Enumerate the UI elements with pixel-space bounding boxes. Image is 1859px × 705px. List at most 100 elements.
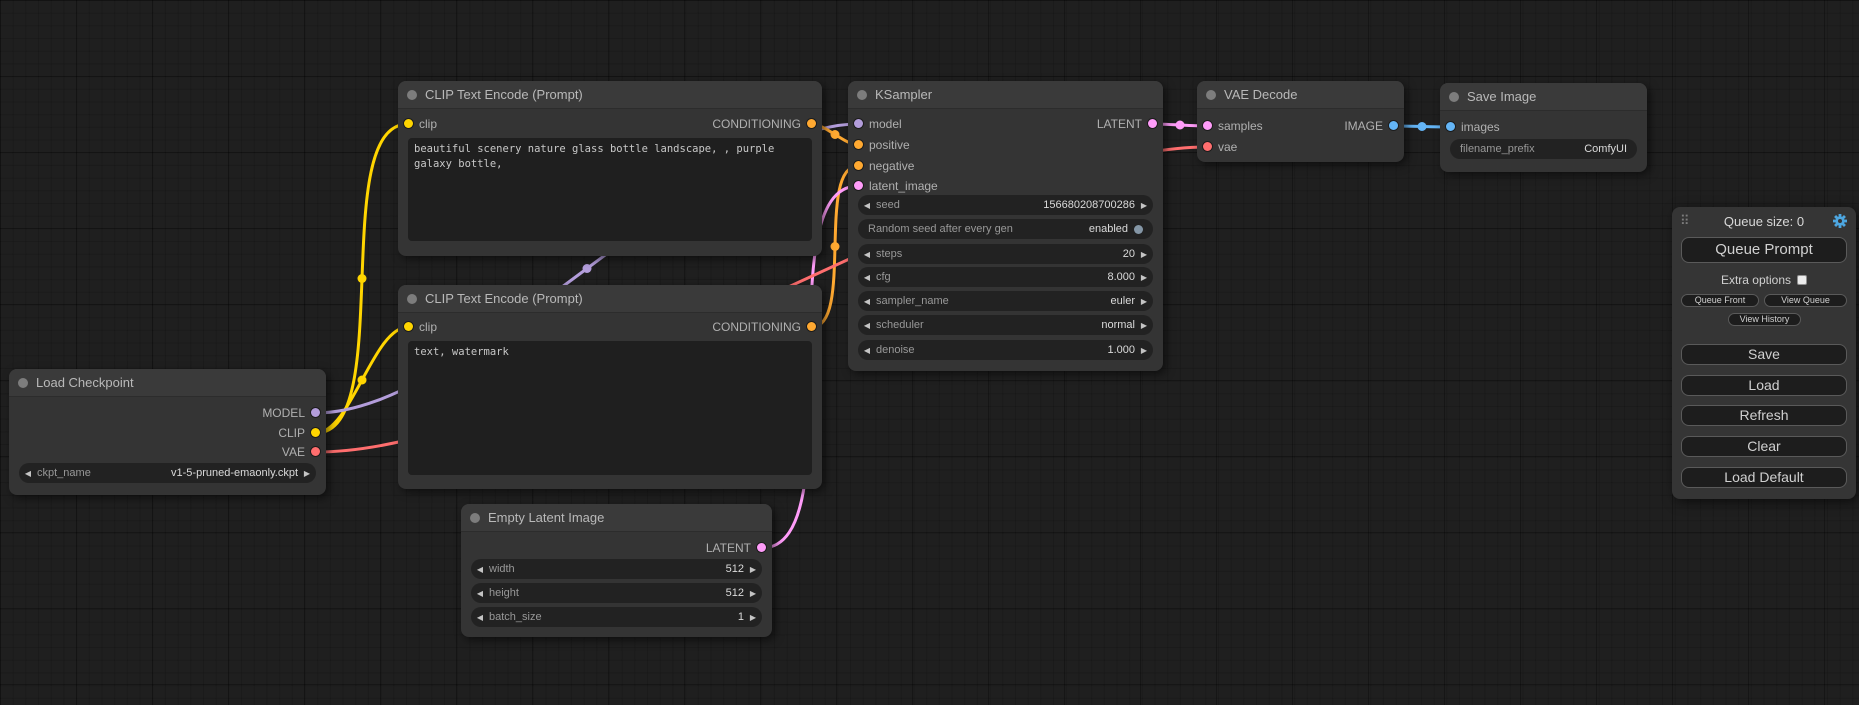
view-queue-button[interactable]: View Queue (1764, 294, 1847, 307)
prompt-text-input[interactable]: text, watermark (408, 341, 812, 475)
increment-arrow-icon[interactable]: ▶ (1135, 346, 1153, 355)
latent-output-slot[interactable] (1148, 119, 1157, 128)
decrement-arrow-icon[interactable]: ◀ (858, 201, 876, 210)
wire-midpoint-dot (1176, 121, 1185, 130)
decrement-arrow-icon[interactable]: ◀ (858, 297, 876, 306)
widget-height[interactable]: ◀ height 512 ▶ (471, 583, 762, 603)
widget-steps[interactable]: ◀ steps 20 ▶ (858, 244, 1153, 264)
widget-scheduler[interactable]: ◀ scheduler normal ▶ (858, 315, 1153, 335)
images-input-slot[interactable] (1446, 122, 1455, 131)
queue-front-button[interactable]: Queue Front (1681, 294, 1759, 307)
widget-label: filename_prefix (1460, 143, 1535, 155)
model-input-slot[interactable] (854, 119, 863, 128)
increment-arrow-icon[interactable]: ▶ (1135, 321, 1153, 330)
node-title: KSampler (875, 87, 932, 102)
node-title: VAE Decode (1224, 87, 1297, 102)
widget-seed[interactable]: ◀ seed 156680208700286 ▶ (858, 195, 1153, 215)
latent-output-slot[interactable] (757, 543, 766, 552)
increment-arrow-icon[interactable]: ▶ (744, 613, 762, 622)
widget-denoise[interactable]: ◀ denoise 1.000 ▶ (858, 340, 1153, 360)
widget-ckpt-name[interactable]: ◀ ckpt_name v1-5-pruned-emaonly.ckpt ▶ (19, 463, 316, 483)
input-label: positive (869, 135, 910, 155)
widget-value: euler (949, 295, 1135, 307)
widget-label: height (489, 587, 519, 599)
clip-output-slot[interactable] (311, 428, 320, 437)
refresh-button[interactable]: Refresh (1681, 405, 1847, 426)
widget-batch-size[interactable]: ◀ batch_size 1 ▶ (471, 607, 762, 627)
prompt-text-input[interactable]: beautiful scenery nature glass bottle la… (408, 138, 812, 241)
output-label: CLIP (278, 423, 305, 443)
wire-midpoint-dot (831, 130, 840, 139)
node-clip-text-encode-positive[interactable]: CLIP Text Encode (Prompt) clip CONDITION… (398, 81, 822, 256)
negative-input-slot[interactable] (854, 161, 863, 170)
input-label: negative (869, 156, 914, 176)
positive-input-slot[interactable] (854, 140, 863, 149)
collapse-dot-icon[interactable] (407, 294, 417, 304)
node-ksampler[interactable]: KSampler model LATENT positive negative … (848, 81, 1163, 371)
node-title-bar[interactable]: Load Checkpoint (9, 369, 326, 397)
widget-cfg[interactable]: ◀ cfg 8.000 ▶ (858, 267, 1153, 287)
node-title-bar[interactable]: KSampler (848, 81, 1163, 109)
decrement-arrow-icon[interactable]: ◀ (471, 565, 489, 574)
load-default-button[interactable]: Load Default (1681, 467, 1847, 488)
queue-prompt-button[interactable]: Queue Prompt (1681, 237, 1847, 263)
node-clip-text-encode-negative[interactable]: CLIP Text Encode (Prompt) clip CONDITION… (398, 285, 822, 489)
widget-label: scheduler (876, 319, 924, 331)
vae-output-slot[interactable] (311, 447, 320, 456)
toggle-dot-icon[interactable] (1134, 225, 1143, 234)
image-output-slot[interactable] (1389, 121, 1398, 130)
clip-input-slot[interactable] (404, 119, 413, 128)
collapse-dot-icon[interactable] (857, 90, 867, 100)
widget-filename-prefix[interactable]: filename_prefix ComfyUI (1450, 139, 1637, 159)
node-vae-decode[interactable]: VAE Decode samples IMAGE vae (1197, 81, 1404, 162)
increment-arrow-icon[interactable]: ▶ (1135, 297, 1153, 306)
model-output-slot[interactable] (311, 408, 320, 417)
increment-arrow-icon[interactable]: ▶ (1135, 201, 1153, 210)
decrement-arrow-icon[interactable]: ◀ (858, 321, 876, 330)
node-title-bar[interactable]: Save Image (1440, 83, 1647, 111)
settings-gear-icon[interactable] (1832, 213, 1848, 229)
view-history-button[interactable]: View History (1728, 313, 1801, 326)
decrement-arrow-icon[interactable]: ◀ (858, 250, 876, 259)
input-label: samples (1218, 116, 1263, 136)
samples-input-slot[interactable] (1203, 121, 1212, 130)
decrement-arrow-icon[interactable]: ◀ (471, 613, 489, 622)
vae-input-slot[interactable] (1203, 142, 1212, 151)
collapse-dot-icon[interactable] (407, 90, 417, 100)
increment-arrow-icon[interactable]: ▶ (1135, 273, 1153, 282)
node-save-image[interactable]: Save Image images filename_prefix ComfyU… (1440, 83, 1647, 172)
widget-value: ComfyUI (1535, 143, 1627, 155)
input-label: images (1461, 117, 1500, 137)
collapse-dot-icon[interactable] (1206, 90, 1216, 100)
increment-arrow-icon[interactable]: ▶ (1135, 250, 1153, 259)
node-empty-latent-image[interactable]: Empty Latent Image LATENT ◀ width 512 ▶ … (461, 504, 772, 637)
decrement-arrow-icon[interactable]: ◀ (19, 469, 37, 478)
clip-input-slot[interactable] (404, 322, 413, 331)
widget-sampler-name[interactable]: ◀ sampler_name euler ▶ (858, 291, 1153, 311)
node-title-bar[interactable]: CLIP Text Encode (Prompt) (398, 81, 822, 109)
collapse-dot-icon[interactable] (470, 513, 480, 523)
node-load-checkpoint[interactable]: Load Checkpoint MODEL CLIP VAE ◀ ckpt_na… (9, 369, 326, 495)
increment-arrow-icon[interactable]: ▶ (744, 565, 762, 574)
conditioning-output-slot[interactable] (807, 119, 816, 128)
node-title-bar[interactable]: VAE Decode (1197, 81, 1404, 109)
conditioning-output-slot[interactable] (807, 322, 816, 331)
node-title-bar[interactable]: Empty Latent Image (461, 504, 772, 532)
load-button[interactable]: Load (1681, 375, 1847, 396)
save-button[interactable]: Save (1681, 344, 1847, 365)
widget-random-seed[interactable]: Random seed after every gen enabled (858, 219, 1153, 239)
collapse-dot-icon[interactable] (18, 378, 28, 388)
output-label: LATENT (1097, 114, 1142, 134)
decrement-arrow-icon[interactable]: ◀ (858, 346, 876, 355)
clear-button[interactable]: Clear (1681, 436, 1847, 457)
node-title-bar[interactable]: CLIP Text Encode (Prompt) (398, 285, 822, 313)
output-label: CONDITIONING (712, 114, 801, 134)
extra-options-checkbox[interactable] (1797, 275, 1807, 285)
decrement-arrow-icon[interactable]: ◀ (471, 589, 489, 598)
increment-arrow-icon[interactable]: ▶ (744, 589, 762, 598)
widget-width[interactable]: ◀ width 512 ▶ (471, 559, 762, 579)
decrement-arrow-icon[interactable]: ◀ (858, 273, 876, 282)
increment-arrow-icon[interactable]: ▶ (298, 469, 316, 478)
collapse-dot-icon[interactable] (1449, 92, 1459, 102)
latent-image-input-slot[interactable] (854, 181, 863, 190)
